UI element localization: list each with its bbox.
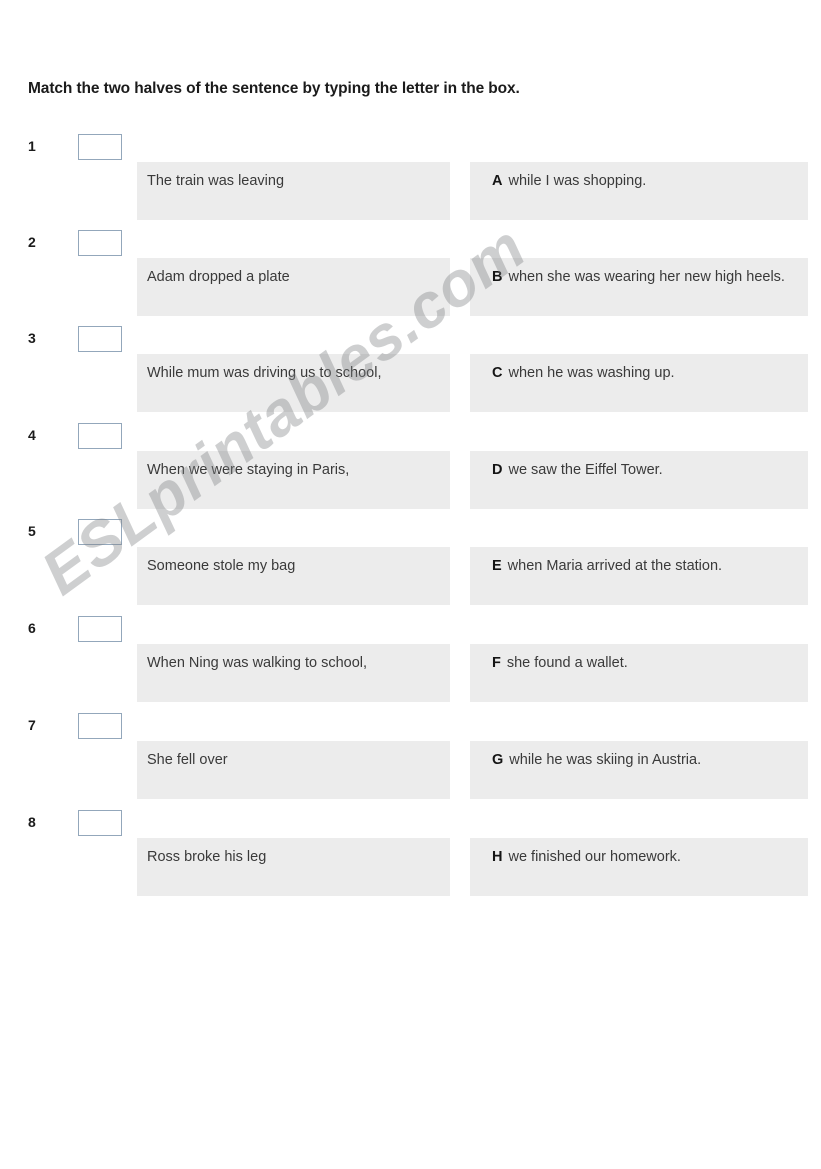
worksheet-page: ESLprintables.com Match the two halves o… — [0, 0, 821, 1169]
option-letter: G — [492, 752, 504, 768]
row-number-label: 2 — [28, 234, 36, 250]
sentence-first-half: Someone stole my bag — [137, 547, 450, 605]
matching-row: 5 Someone stole my bag Ewhen Maria arrived… — [0, 519, 821, 619]
row-number-label: 8 — [28, 814, 36, 830]
sentence-second-half: Bwhen she was wearing her new high heels… — [470, 258, 808, 316]
answer-letter-input[interactable] — [78, 230, 122, 256]
sentence-second-half: Fshe found a wallet. — [470, 644, 808, 702]
matching-row: 3 While mum was driving us to school, Cwhe… — [0, 326, 821, 426]
answer-letter-input[interactable] — [78, 519, 122, 545]
option-text: while he was skiing in Austria. — [509, 752, 702, 768]
row-number-label: 5 — [28, 523, 36, 539]
sentence-second-half: Gwhile he was skiing in Austria. — [470, 741, 808, 799]
answer-letter-input[interactable] — [78, 713, 122, 739]
matching-row: 1 The train was leaving Awhile I was shopp… — [0, 134, 821, 234]
row-number-label: 4 — [28, 427, 36, 443]
option-text: while I was shopping. — [508, 173, 647, 189]
matching-row: 8 Ross broke his leg Hwe finished our home… — [0, 810, 821, 910]
option-text: she found a wallet. — [506, 655, 628, 671]
sentence-first-half: When we were staying in Paris, — [137, 451, 450, 509]
sentence-second-half: Hwe finished our homework. — [470, 838, 808, 896]
sentence-second-half: Ewhen Maria arrived at the station. — [470, 547, 808, 605]
option-text: when he was washing up. — [508, 365, 675, 381]
row-number-label: 7 — [28, 717, 36, 733]
answer-letter-input[interactable] — [78, 134, 122, 160]
answer-letter-input[interactable] — [78, 616, 122, 642]
worksheet-instruction-title: Match the two halves of the sentence by … — [28, 80, 520, 97]
option-text: when she was wearing her new high heels. — [508, 269, 785, 285]
option-text: when Maria arrived at the station. — [507, 558, 723, 574]
option-text: we finished our homework. — [508, 849, 681, 865]
sentence-second-half: Dwe saw the Eiffel Tower. — [470, 451, 808, 509]
matching-row: 2 Adam dropped a plate Bwhen she was weari… — [0, 230, 821, 330]
option-letter: A — [492, 173, 503, 189]
matching-row: 4 When we were staying in Paris, Dwe saw t… — [0, 423, 821, 523]
row-number-label: 1 — [28, 138, 36, 154]
option-text: we saw the Eiffel Tower. — [508, 462, 663, 478]
answer-letter-input[interactable] — [78, 326, 122, 352]
matching-row: 7 She fell over Gwhile he was skiing in Au… — [0, 713, 821, 813]
option-letter: B — [492, 269, 503, 285]
row-number-label: 3 — [28, 330, 36, 346]
sentence-first-half: When Ning was walking to school, — [137, 644, 450, 702]
sentence-second-half: Cwhen he was washing up. — [470, 354, 808, 412]
sentence-first-half: While mum was driving us to school, — [137, 354, 450, 412]
matching-row: 6 When Ning was walking to school, Fshe fo… — [0, 616, 821, 716]
row-number-label: 6 — [28, 620, 36, 636]
sentence-second-half: Awhile I was shopping. — [470, 162, 808, 220]
option-letter: E — [492, 558, 502, 574]
option-letter: H — [492, 849, 503, 865]
answer-letter-input[interactable] — [78, 423, 122, 449]
answer-letter-input[interactable] — [78, 810, 122, 836]
option-letter: C — [492, 365, 503, 381]
sentence-first-half: Adam dropped a plate — [137, 258, 450, 316]
sentence-first-half: The train was leaving — [137, 162, 450, 220]
sentence-first-half: She fell over — [137, 741, 450, 799]
sentence-first-half: Ross broke his leg — [137, 838, 450, 896]
option-letter: D — [492, 462, 503, 478]
option-letter: F — [492, 655, 501, 671]
